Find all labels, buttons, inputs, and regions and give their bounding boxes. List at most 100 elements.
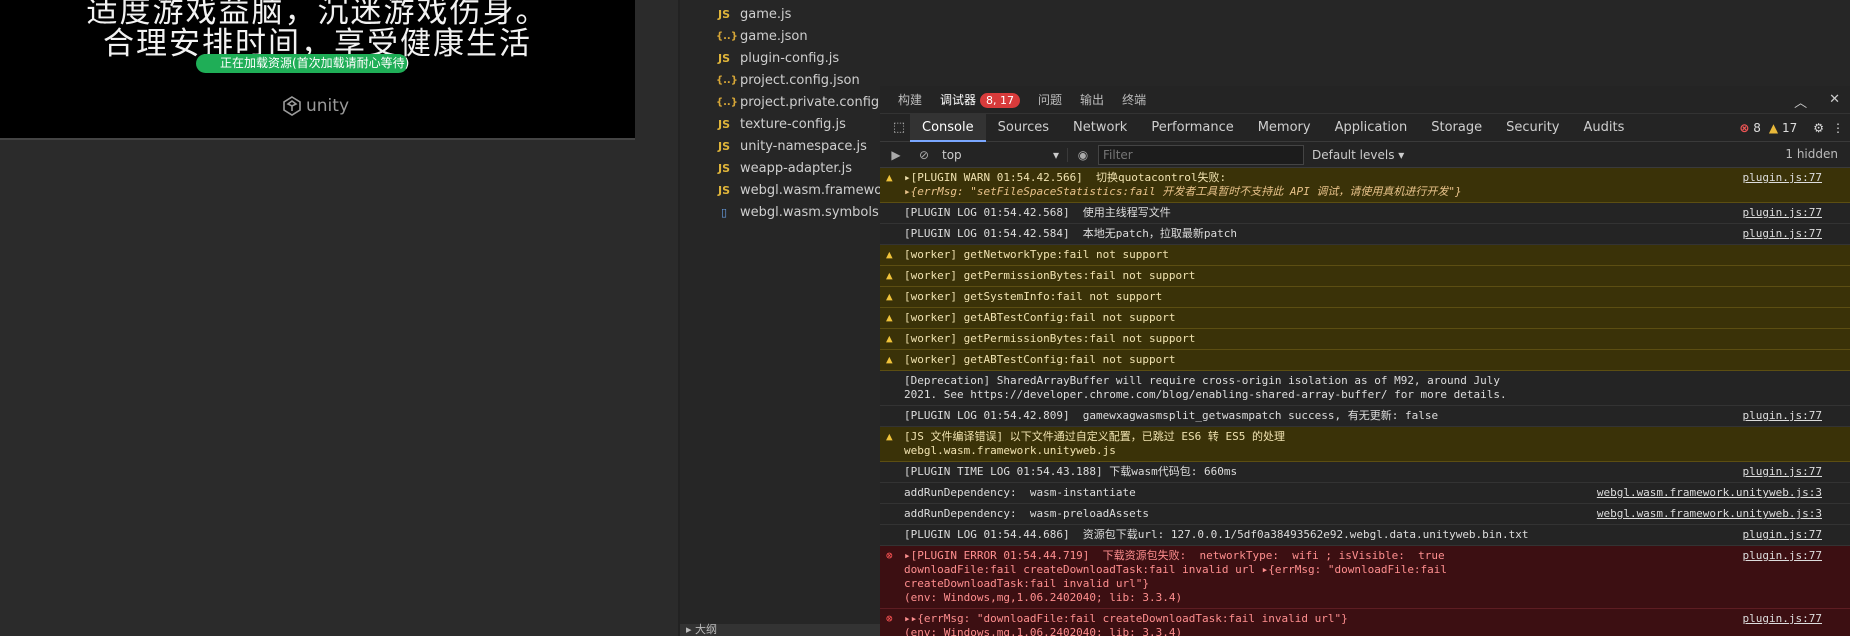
collapse-icon[interactable]: ︿ xyxy=(1794,92,1807,111)
console-message[interactable]: ▲ [worker] getSystemInfo:fail not support xyxy=(880,287,1850,308)
warning-icon: ▲ xyxy=(886,248,893,261)
warning-icon: ▲ xyxy=(886,430,893,443)
console-message[interactable]: ▲ [worker] getABTestConfig:fail not suppo… xyxy=(880,308,1850,329)
file-item[interactable]: JS texture-config.js xyxy=(680,113,880,135)
js-file-icon: JS xyxy=(717,7,730,21)
source-link[interactable]: plugin.js:77 xyxy=(1743,549,1822,563)
devtools-tab[interactable]: Network xyxy=(1061,114,1139,142)
devtools-tab-list: Console Sources Network Performance Memory Ap… xyxy=(910,113,1637,142)
panel-tab[interactable]: 输出 xyxy=(1080,91,1104,108)
panel-tab-label: 构建 xyxy=(898,93,923,107)
source-link[interactable]: webgl.wasm.framework.unityweb.js:3 xyxy=(1597,507,1822,521)
message-text: [PLUGIN LOG 01:54.42.568] 使用主线程写文件 xyxy=(904,206,1171,219)
js-file-icon: JS xyxy=(717,51,730,65)
inspect-element-icon[interactable]: ⬚ xyxy=(888,120,910,135)
console-message[interactable]: ▲ [worker] getPermissionBytes:fail not su… xyxy=(880,266,1850,287)
source-link[interactable]: plugin.js:77 xyxy=(1743,528,1822,542)
devtools-tab[interactable]: Performance xyxy=(1139,114,1245,142)
devtools-tab[interactable]: Memory xyxy=(1246,114,1323,142)
console-message[interactable]: addRunDependency: wasm-preloadAssets webg… xyxy=(880,504,1850,525)
file-name: webgl.wasm.symbols.u... xyxy=(740,204,880,220)
message-text: [worker] getPermissionBytes:fail not sup… xyxy=(904,332,1196,345)
console-message[interactable]: [PLUGIN LOG 01:54.42.568] 使用主线程写文件 plugin… xyxy=(880,203,1850,224)
console-message[interactable]: [PLUGIN LOG 01:54.42.584] 本地无patch，拉取最新p… xyxy=(880,224,1850,245)
unity-brand-text: unity xyxy=(306,96,349,116)
game-simulator[interactable]: 适度游戏益脑，沉迷游戏伤身。 合理安排时间，享受健康生活 正在加载资源(首次加载… xyxy=(0,0,635,140)
source-link[interactable]: webgl.wasm.framework.unityweb.js:3 xyxy=(1597,486,1822,500)
file-name: plugin-config.js xyxy=(740,50,840,66)
json-file-icon: {..} xyxy=(716,74,738,86)
warning-count[interactable]: ▲ 17 xyxy=(1769,121,1797,135)
file-item[interactable]: JS game.js xyxy=(680,3,880,25)
source-link[interactable]: plugin.js:77 xyxy=(1743,465,1822,479)
console-message[interactable]: addRunDependency: wasm-instantiate webgl.… xyxy=(880,483,1850,504)
file-item[interactable]: JS weapp-adapter.js xyxy=(680,157,880,179)
panel-controls: ︿ ✕ xyxy=(1794,92,1840,111)
console-message[interactable]: ⊗ ▸▸{errMsg: "downloadFile:fail createDow… xyxy=(880,609,1850,636)
error-count-value: 8 xyxy=(1753,121,1761,135)
devtools-tab[interactable]: Application xyxy=(1323,114,1420,142)
devtools-tab[interactable]: Audits xyxy=(1572,114,1637,142)
js-file-icon: JS xyxy=(717,117,730,131)
panel-tabbar: 构建 调试器 8, 17 问题 输出 终端 ︿ ✕ xyxy=(880,86,1850,114)
sidebar-toggle-icon[interactable]: ▶ xyxy=(884,148,908,162)
devtools-status: ⊗ 8 ▲ 17 ⚙ ⋮ xyxy=(1739,114,1844,142)
console-message[interactable]: ⊗ ▸[PLUGIN ERROR 01:54.44.719] 下载资源包失败: n… xyxy=(880,546,1850,609)
app-root: 适度游戏益脑，沉迷游戏伤身。 合理安排时间，享受健康生活 正在加载资源(首次加载… xyxy=(0,0,1850,636)
devtools-tab[interactable]: Storage xyxy=(1419,114,1494,142)
console-message[interactable]: ▲ [JS 文件编译错误] 以下文件通过自定义配置，已跳过 ES6 转 ES5 的… xyxy=(880,427,1850,462)
file-item[interactable]: JS webgl.wasm.framewor... xyxy=(680,179,880,201)
close-icon[interactable]: ✕ xyxy=(1829,92,1840,111)
file-item[interactable]: {..} project.config.json xyxy=(680,69,880,91)
console-message[interactable]: ▲ ▸[PLUGIN WARN 01:54.42.566] 切换quotacont… xyxy=(880,168,1850,203)
file-name: texture-config.js xyxy=(740,116,846,132)
context-select[interactable]: top ▾ xyxy=(936,147,1068,162)
source-link[interactable]: plugin.js:77 xyxy=(1743,227,1822,241)
devtools-tab[interactable]: Console xyxy=(910,113,986,142)
devtools-tab[interactable]: Sources xyxy=(986,114,1061,142)
file-item[interactable]: {..} game.json xyxy=(680,25,880,47)
error-count[interactable]: ⊗ 8 xyxy=(1739,121,1761,135)
error-icon: ⊗ xyxy=(886,549,893,562)
gear-icon[interactable]: ⚙ xyxy=(1813,121,1824,135)
clear-console-icon[interactable]: ⊘ xyxy=(912,148,936,162)
file-item[interactable]: {..}project.private.config.js... xyxy=(680,91,880,113)
panel-tab-label: 调试器 xyxy=(940,93,977,107)
message-object[interactable]: ▸{errMsg: "setFileSpaceStatistics:fail 开… xyxy=(904,185,1530,199)
console-message[interactable]: [PLUGIN LOG 01:54.44.686] 资源包下载url: 127.… xyxy=(880,525,1850,546)
panel-tab[interactable]: 构建 xyxy=(898,91,922,108)
console-message[interactable]: ▲ [worker] getABTestConfig:fail not suppo… xyxy=(880,350,1850,371)
message-text: [JS 文件编译错误] 以下文件通过自定义配置，已跳过 ES6 转 ES5 的处… xyxy=(904,430,1285,457)
console-message[interactable]: ▲ [worker] getNetworkType:fail not suppor… xyxy=(880,245,1850,266)
console-message[interactable]: [PLUGIN LOG 01:54.42.809] gamewxagwasmsp… xyxy=(880,406,1850,427)
devtools-tabbar: ⬚ Console Sources Network Performance Memory… xyxy=(880,113,1850,142)
console-output[interactable]: ▲ ▸[PLUGIN WARN 01:54.42.566] 切换quotacont… xyxy=(880,168,1850,636)
console-message[interactable]: [Deprecation] SharedArrayBuffer will req… xyxy=(880,371,1850,406)
source-link[interactable]: plugin.js:77 xyxy=(1743,206,1822,220)
log-levels-select[interactable]: Default levels ▾ xyxy=(1312,148,1404,162)
panel-tab[interactable]: 调试器 8, 17 xyxy=(940,91,1021,108)
file-item[interactable]: JS unity-namespace.js xyxy=(680,135,880,157)
source-link[interactable]: plugin.js:77 xyxy=(1743,409,1822,423)
message-text: ▸[PLUGIN WARN 01:54.42.566] 切换quotacontr… xyxy=(904,171,1227,184)
file-name: project.private.config.js... xyxy=(740,94,880,110)
outline-section[interactable]: ▸ 大纲 xyxy=(680,624,880,636)
panel-tab[interactable]: 终端 xyxy=(1122,91,1146,108)
js-file-icon: JS xyxy=(717,139,730,153)
message-text: [Deprecation] SharedArrayBuffer will req… xyxy=(904,374,1507,401)
console-message[interactable]: ▲ [worker] getPermissionBytes:fail not su… xyxy=(880,329,1850,350)
error-icon: ⊗ xyxy=(886,612,893,625)
source-link[interactable]: plugin.js:77 xyxy=(1743,612,1822,626)
more-icon[interactable]: ⋮ xyxy=(1832,121,1844,135)
file-name: weapp-adapter.js xyxy=(740,160,852,176)
file-item[interactable]: JS plugin-config.js xyxy=(680,47,880,69)
file-item[interactable]: ▯ webgl.wasm.symbols.u... xyxy=(680,201,880,223)
message-text: [PLUGIN TIME LOG 01:54.43.188] 下载wasm代码包… xyxy=(904,465,1238,478)
source-link[interactable]: plugin.js:77 xyxy=(1743,171,1822,185)
filter-input[interactable] xyxy=(1098,144,1304,165)
live-expression-eye-icon[interactable]: ◉ xyxy=(1068,148,1098,162)
simulator-background xyxy=(0,142,678,636)
console-message[interactable]: [PLUGIN TIME LOG 01:54.43.188] 下载wasm代码包… xyxy=(880,462,1850,483)
panel-tab[interactable]: 问题 xyxy=(1038,91,1062,108)
devtools-tab[interactable]: Security xyxy=(1494,114,1571,142)
